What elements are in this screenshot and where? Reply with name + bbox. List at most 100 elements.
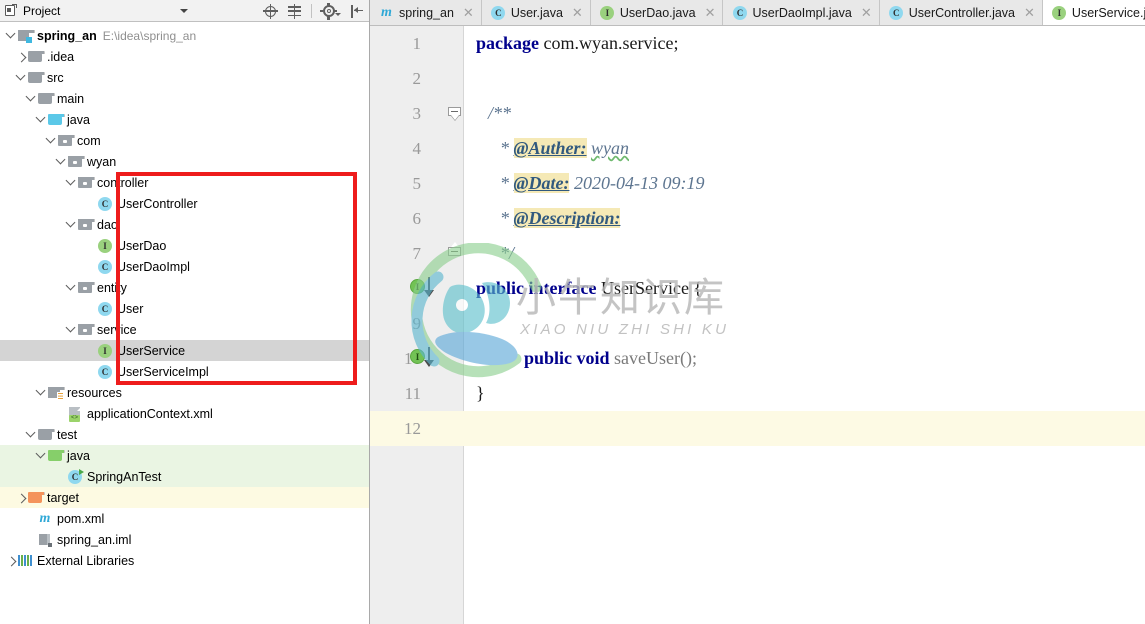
editor-tab-userdaoimpl-java[interactable]: C UserDaoImpl.java ✕ (723, 0, 880, 25)
collapse-all-icon[interactable] (287, 3, 302, 19)
editor-tab-spring-an[interactable]: m spring_an ✕ (370, 0, 482, 25)
code-line-10: public void saveUser(); (476, 341, 697, 376)
twist-spacer (84, 235, 97, 256)
code-token: @Description: (513, 208, 621, 228)
chevron-down-icon[interactable] (14, 67, 27, 88)
twist-spacer (24, 508, 37, 529)
tree-node-service[interactable]: service (0, 319, 369, 340)
tree-node-label: External Libraries (37, 553, 135, 568)
tree-node-target[interactable]: target (0, 487, 369, 508)
chevron-down-icon[interactable] (64, 214, 77, 235)
tree-node-entity[interactable]: entity (0, 277, 369, 298)
project-panel-toolbar (263, 0, 365, 22)
class-icon: C (97, 364, 113, 380)
tree-node-com[interactable]: com (0, 130, 369, 151)
tree-node-pom-xml[interactable]: m pom.xml (0, 508, 369, 529)
tree-node-spring-an-iml[interactable]: spring_an.iml (0, 529, 369, 550)
code-token: * (500, 208, 509, 228)
project-panel-title: Project (23, 3, 61, 18)
tree-node-spring-an[interactable]: spring_an E:\idea\spring_an (0, 25, 369, 46)
tree-node-label: spring_an.iml (57, 532, 132, 547)
tree-node-java[interactable]: java (0, 109, 369, 130)
implemented-method-icon[interactable]: I (410, 346, 440, 368)
editor-tab-userdao-java[interactable]: I UserDao.java ✕ (590, 0, 724, 25)
fold-collapse-icon[interactable] (448, 242, 462, 259)
chevron-down-icon[interactable] (64, 319, 77, 340)
close-icon[interactable]: ✕ (861, 6, 872, 19)
tree-node-userserviceimpl[interactable]: C UserServiceImpl (0, 361, 369, 382)
twist-spacer (84, 340, 97, 361)
tree-node-controller[interactable]: controller (0, 172, 369, 193)
chevron-down-icon[interactable] (44, 130, 57, 151)
chevron-down-icon[interactable] (180, 9, 188, 13)
fold-collapse-icon[interactable] (448, 107, 462, 120)
test-class-icon: C (67, 468, 84, 485)
interface-icon: I (1052, 5, 1067, 20)
hide-panel-icon[interactable] (350, 4, 365, 19)
locate-target-icon[interactable] (263, 3, 278, 19)
package-icon (77, 175, 95, 191)
editor-gutter[interactable]: 123456789101112II (370, 26, 464, 624)
close-icon[interactable]: ✕ (705, 6, 716, 19)
chevron-right-icon[interactable] (14, 487, 27, 508)
tree-node-userdao[interactable]: I UserDao (0, 235, 369, 256)
tree-node-dao[interactable]: dao (0, 214, 369, 235)
editor-tab-usercontroller-java[interactable]: C UserController.java ✕ (879, 0, 1043, 25)
tree-node-wyan[interactable]: wyan (0, 151, 369, 172)
editor-tab-user-java[interactable]: C User.java ✕ (481, 0, 591, 25)
project-panel-header: Project (0, 0, 369, 22)
tree-node-external-libraries[interactable]: External Libraries (0, 550, 369, 571)
tree-node-label: target (47, 490, 79, 505)
chevron-down-icon[interactable] (34, 109, 47, 130)
tree-node-userdaoimpl[interactable]: C UserDaoImpl (0, 256, 369, 277)
close-icon[interactable]: ✕ (1024, 6, 1035, 19)
code-token: { (693, 278, 703, 298)
chevron-down-icon[interactable] (64, 172, 77, 193)
chevron-down-icon[interactable] (24, 424, 37, 445)
tree-node-springantest[interactable]: C SpringAnTest (0, 466, 369, 487)
chevron-down-icon[interactable] (34, 445, 47, 466)
implemented-interface-icon[interactable]: I (410, 276, 440, 298)
tree-node-user[interactable]: C User (0, 298, 369, 319)
close-icon[interactable]: ✕ (572, 6, 583, 19)
close-icon[interactable]: ✕ (463, 6, 474, 19)
tree-node-resources[interactable]: resources (0, 382, 369, 403)
tree-node-main[interactable]: main (0, 88, 369, 109)
tree-node-java[interactable]: java (0, 445, 369, 466)
chevron-down-icon[interactable] (4, 25, 17, 46)
code-token: public (476, 278, 525, 298)
project-tree[interactable]: spring_an E:\idea\spring_an .idea src main ja… (0, 22, 369, 624)
chevron-down-icon[interactable] (34, 382, 47, 403)
chevron-down-icon[interactable] (64, 277, 77, 298)
tree-node-label: applicationContext.xml (87, 406, 213, 421)
editor-tab-bar[interactable]: m spring_an ✕ C User.java ✕ I UserDao.java ✕ C Use… (370, 0, 1145, 26)
tree-node-applicationcontext-xml[interactable]: <> applicationContext.xml (0, 403, 369, 424)
line-number: 3 (412, 104, 422, 123)
class-icon: C (491, 5, 506, 20)
editor-area: m spring_an ✕ C User.java ✕ I UserDao.java ✕ C Use… (370, 0, 1145, 624)
chevron-down-icon[interactable] (54, 151, 67, 172)
tree-node-test[interactable]: test (0, 424, 369, 445)
tree-node--idea[interactable]: .idea (0, 46, 369, 67)
chevron-right-icon[interactable] (4, 550, 17, 571)
tree-node-usercontroller[interactable]: C UserController (0, 193, 369, 214)
package-icon (77, 217, 95, 233)
editor-tab-label: UserDao.java (619, 5, 696, 20)
editor-tab-userservice-java[interactable]: I UserService.java (1042, 0, 1145, 25)
tree-node-src[interactable]: src (0, 67, 369, 88)
tree-node-label: SpringAnTest (87, 469, 162, 484)
gear-icon[interactable] (320, 2, 341, 20)
chevron-right-icon[interactable] (14, 46, 27, 67)
interface-icon: I (97, 343, 113, 359)
tree-node-label: java (67, 448, 90, 463)
code-text-area[interactable]: package com.wyan.service; /** * @Auther: w… (464, 26, 1145, 624)
tree-node-userservice[interactable]: I UserService (0, 340, 369, 361)
twist-spacer (84, 298, 97, 319)
chevron-down-icon[interactable] (24, 88, 37, 109)
